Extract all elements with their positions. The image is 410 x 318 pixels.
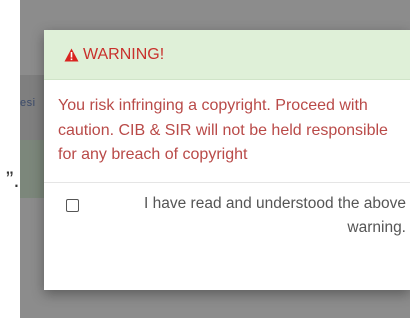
modal-title: WARNING! — [83, 45, 165, 63]
acknowledge-label[interactable]: I have read and understood the above war… — [116, 192, 406, 240]
background-text-fragment: ”. — [6, 167, 20, 192]
acknowledge-checkbox[interactable] — [66, 198, 79, 212]
modal-body: You risk infringing a copyright. Proceed… — [44, 80, 410, 183]
warning-message: You risk infringing a copyright. Proceed… — [58, 97, 388, 163]
warning-modal: WARNING! You risk infringing a copyright… — [44, 30, 410, 290]
modal-footer: I have read and understood the above war… — [44, 183, 410, 250]
modal-header: WARNING! — [44, 30, 410, 80]
warning-triangle-icon — [64, 48, 79, 62]
backdrop-text-fragment: esi — [20, 97, 36, 109]
